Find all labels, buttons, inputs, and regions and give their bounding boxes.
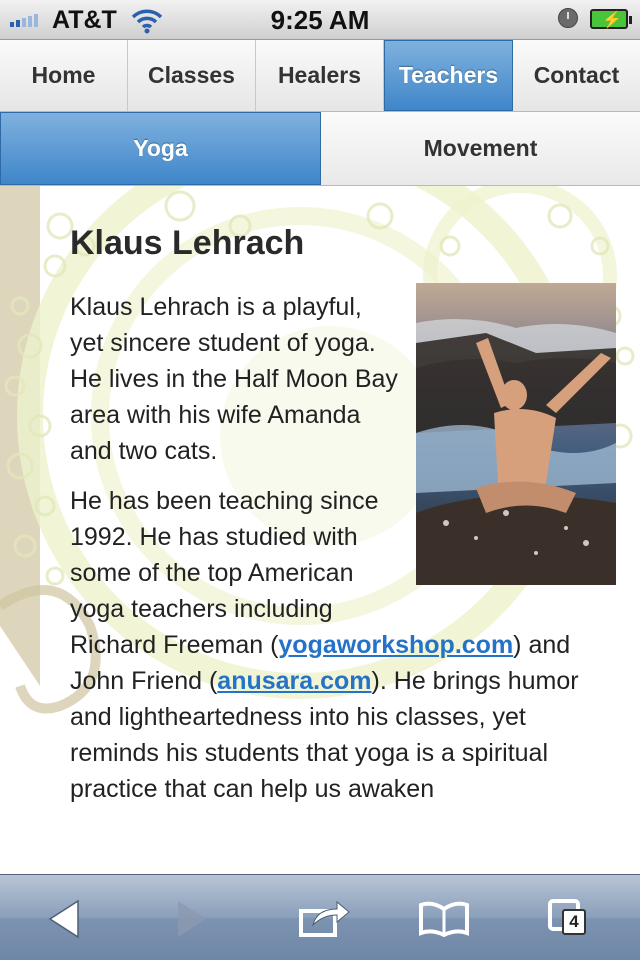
share-button[interactable] bbox=[292, 895, 356, 943]
book-icon bbox=[419, 901, 469, 937]
alarm-clock-icon bbox=[558, 8, 578, 28]
bookmarks-button[interactable] bbox=[412, 895, 476, 943]
status-time: 9:25 AM bbox=[270, 5, 370, 35]
tab-yoga[interactable]: Yoga bbox=[0, 112, 321, 185]
link-anusara[interactable]: anusara.com bbox=[217, 667, 371, 695]
nav-home[interactable]: Home bbox=[0, 40, 128, 111]
browser-toolbar: 4 bbox=[0, 874, 640, 960]
forward-button[interactable] bbox=[160, 895, 224, 943]
link-yogaworkshop[interactable]: yogaworkshop.com bbox=[278, 631, 513, 659]
battery-charging-icon: ⚡ bbox=[590, 9, 632, 29]
tabs-count-badge: 4 bbox=[562, 909, 586, 935]
teacher-article: Klaus Lehrach Klaus Lehrach is a playful… bbox=[70, 186, 616, 821]
share-icon bbox=[299, 900, 350, 937]
nav-teachers[interactable]: Teachers bbox=[384, 40, 513, 111]
sub-nav: Yoga Movement bbox=[0, 112, 640, 186]
nav-contact[interactable]: Contact bbox=[513, 40, 640, 111]
back-arrow-icon bbox=[48, 899, 79, 939]
teacher-photo bbox=[416, 283, 616, 585]
page-content: Klaus Lehrach Klaus Lehrach is a playful… bbox=[0, 186, 640, 874]
main-nav: Home Classes Healers Teachers Contact bbox=[0, 40, 640, 112]
page-title: Klaus Lehrach bbox=[70, 224, 305, 262]
nav-classes[interactable]: Classes bbox=[128, 40, 256, 111]
nav-healers[interactable]: Healers bbox=[256, 40, 384, 111]
tab-movement[interactable]: Movement bbox=[321, 112, 640, 185]
back-button[interactable] bbox=[32, 895, 96, 943]
forward-arrow-icon bbox=[178, 901, 206, 937]
teacher-photo-image bbox=[416, 283, 616, 585]
status-bar: AT&T 9:25 AM ⚡ bbox=[0, 0, 640, 40]
tabs-button[interactable]: 4 bbox=[540, 895, 604, 943]
